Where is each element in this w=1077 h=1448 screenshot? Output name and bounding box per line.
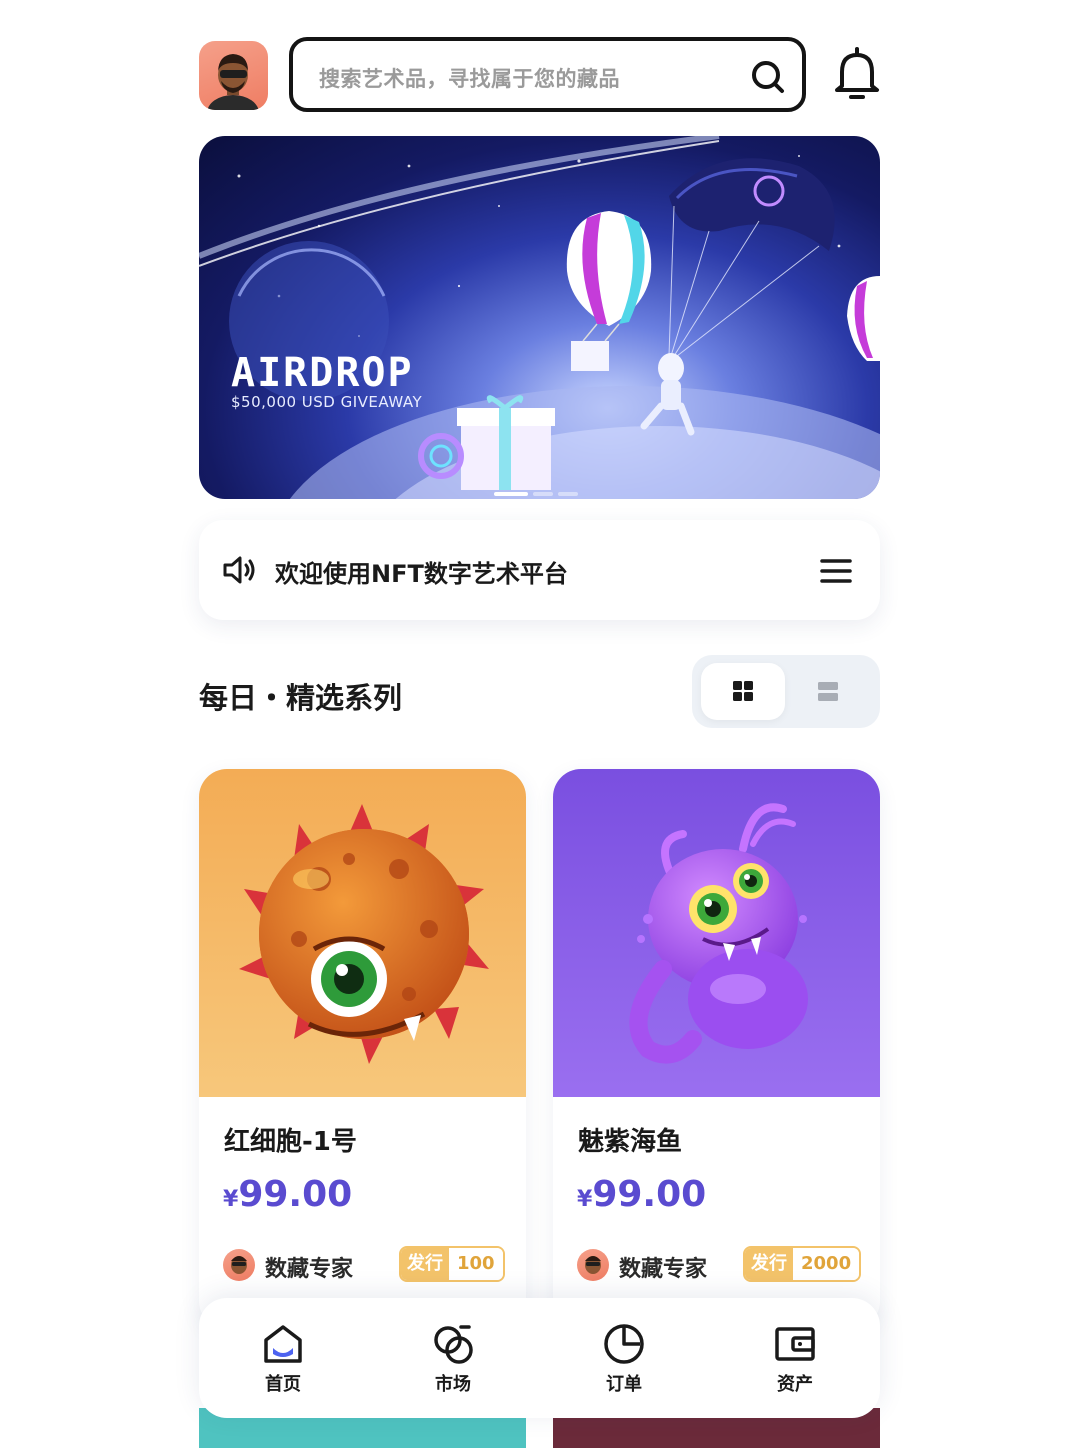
banner-dot[interactable] (533, 492, 553, 496)
banner-subtitle: $50,000 USD GIVEAWAY (231, 393, 423, 411)
currency-symbol: ¥ (223, 1187, 239, 1212)
issue-label: 发行 (745, 1248, 793, 1280)
nav-assets[interactable]: 资产 (755, 1322, 835, 1396)
issue-badge: 发行 100 (399, 1246, 505, 1282)
issue-badge: 发行 2000 (743, 1246, 862, 1282)
notice-text: 欢迎使用NFT数字艺术平台 (275, 560, 568, 588)
issue-count: 2000 (793, 1248, 860, 1280)
banner-title: AIRDROP (231, 350, 414, 396)
nav-label: 市场 (435, 1374, 471, 1395)
list-view-button[interactable] (792, 663, 872, 720)
menu-icon[interactable] (820, 558, 852, 584)
notice-bar[interactable]: 欢迎使用NFT数字艺术平台 (199, 520, 880, 620)
nft-card[interactable]: 魅紫海鱼 ¥99.00 数藏专家 发行 2000 (553, 769, 880, 1329)
creator-name: 数藏专家 (619, 1257, 708, 1282)
creator-avatar (223, 1249, 255, 1281)
section-title: 每日・精选系列 (199, 681, 403, 715)
user-avatar[interactable] (199, 41, 268, 110)
search-bar[interactable]: 搜索艺术品，寻找属于您的藏品 (289, 37, 806, 112)
wallet-icon (775, 1327, 815, 1361)
list-icon (818, 682, 838, 701)
nav-market[interactable]: 市场 (413, 1322, 493, 1396)
nav-label: 首页 (265, 1374, 301, 1395)
search-input[interactable]: 搜索艺术品，寻找属于您的藏品 (319, 63, 620, 93)
nft-price: ¥99.00 (223, 1174, 352, 1215)
issue-label: 发行 (401, 1248, 449, 1280)
grid-view-button[interactable] (701, 663, 785, 720)
nav-label: 订单 (606, 1374, 642, 1395)
nav-home[interactable]: 首页 (243, 1322, 323, 1396)
issue-count: 100 (449, 1248, 503, 1280)
creator-name: 数藏专家 (265, 1257, 354, 1282)
search-icon[interactable] (750, 59, 786, 95)
speaker-icon (223, 556, 255, 584)
view-toggle[interactable] (692, 655, 880, 728)
nft-card[interactable]: 红细胞-1号 ¥99.00 数藏专家 发行 100 (199, 769, 526, 1329)
nft-image[interactable] (199, 769, 526, 1097)
nft-image[interactable] (553, 769, 880, 1097)
bottom-nav: 首页 市场 订单 资产 (199, 1298, 880, 1418)
nav-label: 资产 (777, 1374, 813, 1395)
nft-price: ¥99.00 (577, 1174, 706, 1215)
grid-icon (733, 681, 753, 701)
banner-illustration (199, 136, 880, 499)
nav-orders[interactable]: 订单 (584, 1322, 664, 1396)
banner-pagination[interactable] (494, 481, 583, 499)
airdrop-banner[interactable]: AIRDROP $50,000 USD GIVEAWAY (199, 136, 880, 499)
banner-dot[interactable] (558, 492, 578, 496)
purple-fish-illustration (629, 803, 808, 1064)
banner-dot[interactable] (494, 492, 528, 496)
bell-icon[interactable] (832, 46, 882, 102)
price-value: 99.00 (238, 1174, 353, 1215)
creator-avatar (577, 1249, 609, 1281)
red-cell-illustration (239, 804, 489, 1064)
orders-icon (604, 1324, 644, 1364)
nft-name: 魅紫海鱼 (578, 1127, 683, 1157)
home-icon (264, 1325, 302, 1363)
market-icon (434, 1325, 473, 1364)
nft-name: 红细胞-1号 (224, 1127, 357, 1157)
price-value: 99.00 (592, 1174, 707, 1215)
currency-symbol: ¥ (577, 1187, 593, 1212)
